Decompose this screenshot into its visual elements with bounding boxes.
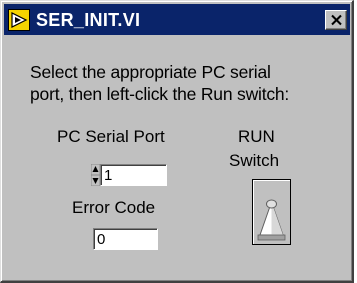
instruction-line-2: port, then left-click the Run switch: [30,84,290,104]
title-bar[interactable]: SER_INIT.VI [4,4,350,35]
run-label: RUN [238,127,275,146]
error-code-indicator: 0 [93,228,158,250]
run-switch[interactable] [252,179,291,245]
window-title: SER_INIT.VI [36,10,141,30]
labview-vi-icon [8,9,30,31]
close-icon [331,14,342,26]
serial-port-label: PC Serial Port [57,127,165,146]
vi-window: SER_INIT.VI Select the appropriate PC se… [0,0,354,283]
serial-port-stepper[interactable] [91,164,100,186]
serial-port-input[interactable]: 1 [100,164,167,186]
instruction-line-1: Select the appropriate PC serial [30,62,271,82]
toggle-switch-icon [256,183,287,241]
decrement-arrow-icon[interactable] [91,175,100,186]
error-code-label: Error Code [72,198,156,217]
instruction-text: Select the appropriate PC serial port, t… [30,61,350,105]
switch-label: Switch [229,151,280,170]
close-button[interactable] [325,10,347,30]
increment-arrow-icon[interactable] [91,164,100,175]
